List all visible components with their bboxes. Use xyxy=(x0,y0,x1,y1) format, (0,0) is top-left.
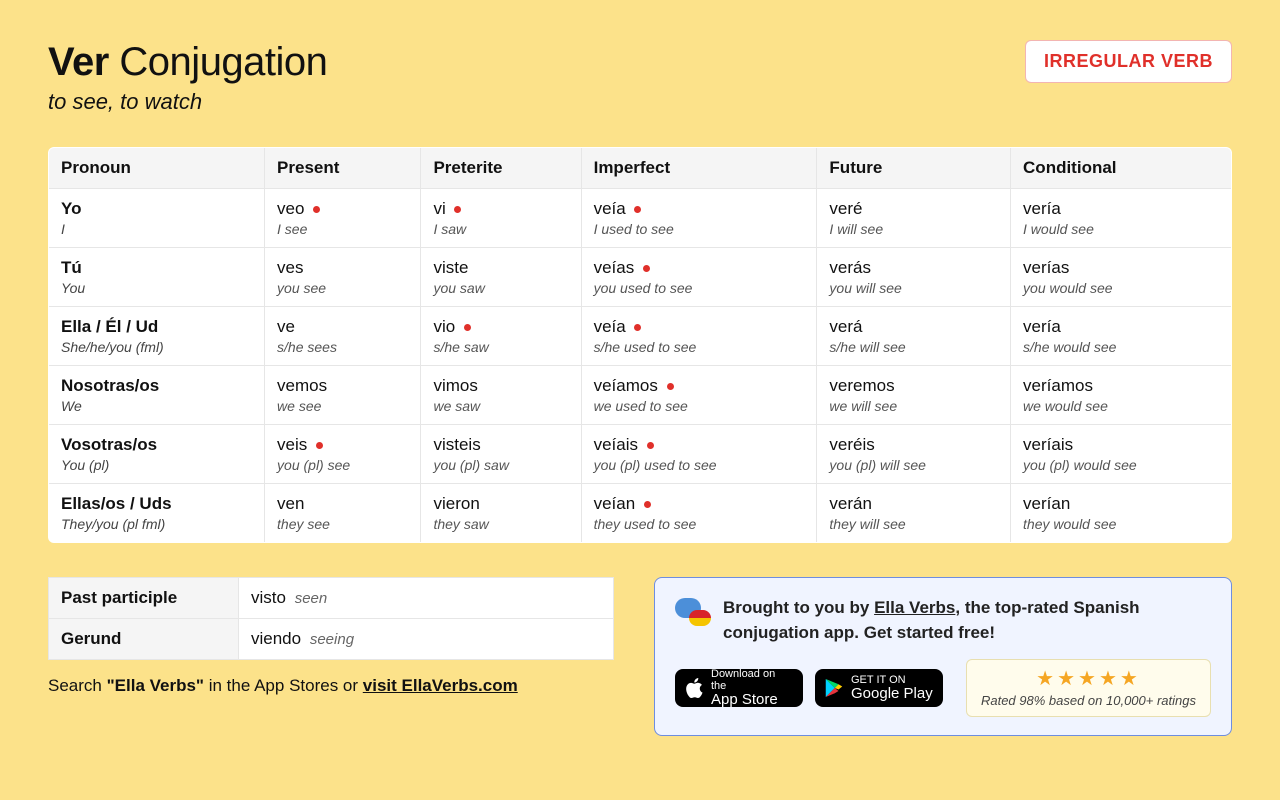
app-store-button[interactable]: Download on theApp Store xyxy=(675,669,803,707)
title-suffix: Conjugation xyxy=(119,40,327,84)
participle-row: Past participlevisto seen xyxy=(49,578,614,619)
form-cell: ves/he sees xyxy=(265,307,421,366)
column-header: Imperfect xyxy=(581,148,817,189)
form-cell: veía s/he used to see xyxy=(581,307,817,366)
column-header: Pronoun xyxy=(49,148,265,189)
table-row: TúYouvesyou seevisteyou sawveías you use… xyxy=(49,248,1232,307)
pronoun-cell: Nosotras/osWe xyxy=(49,366,265,425)
participle-table: Past participlevisto seenGerundviendo se… xyxy=(48,577,614,660)
irregular-dot-icon xyxy=(634,324,641,331)
column-header: Present xyxy=(265,148,421,189)
form-cell: veías you used to see xyxy=(581,248,817,307)
apple-icon xyxy=(685,677,703,699)
irregular-dot-icon xyxy=(313,206,320,213)
pronoun-cell: YoI xyxy=(49,189,265,248)
table-row: Nosotras/osWevemoswe seevimoswe sawveíam… xyxy=(49,366,1232,425)
participle-label: Gerund xyxy=(49,619,239,660)
promo-box: Brought to you by Ella Verbs, the top-ra… xyxy=(654,577,1232,736)
star-icons: ★★★★★ xyxy=(981,666,1196,691)
form-cell: veían they used to see xyxy=(581,484,817,543)
irregular-dot-icon xyxy=(454,206,461,213)
form-cell: venthey see xyxy=(265,484,421,543)
form-cell: visteisyou (pl) saw xyxy=(421,425,581,484)
form-cell: veríaisyou (pl) would see xyxy=(1011,425,1232,484)
ellaverbs-link[interactable]: visit EllaVerbs.com xyxy=(363,676,518,695)
google-play-icon xyxy=(825,678,843,698)
page-title: Ver Conjugation xyxy=(48,40,327,85)
column-header: Preterite xyxy=(421,148,581,189)
conjugation-table: PronounPresentPreteriteImperfectFutureCo… xyxy=(48,147,1232,543)
form-cell: veríamoswe would see xyxy=(1011,366,1232,425)
form-cell: vimoswe saw xyxy=(421,366,581,425)
form-cell: vi I saw xyxy=(421,189,581,248)
form-cell: veréisyou (pl) will see xyxy=(817,425,1011,484)
form-cell: veis you (pl) see xyxy=(265,425,421,484)
pronoun-cell: Ellas/os / UdsThey/you (pl fml) xyxy=(49,484,265,543)
table-row: Ellas/os / UdsThey/you (pl fml)venthey s… xyxy=(49,484,1232,543)
irregular-dot-icon xyxy=(643,265,650,272)
form-cell: vieronthey saw xyxy=(421,484,581,543)
promo-icon xyxy=(675,596,711,632)
form-cell: veo I see xyxy=(265,189,421,248)
irregular-dot-icon xyxy=(464,324,471,331)
form-cell: veremoswe will see xyxy=(817,366,1011,425)
form-cell: veríanthey would see xyxy=(1011,484,1232,543)
form-cell: veránthey will see xyxy=(817,484,1011,543)
form-cell: veía I used to see xyxy=(581,189,817,248)
participle-label: Past participle xyxy=(49,578,239,619)
form-cell: vio s/he saw xyxy=(421,307,581,366)
form-cell: veríasyou would see xyxy=(1011,248,1232,307)
search-line: Search "Ella Verbs" in the App Stores or… xyxy=(48,676,614,696)
rating-box: ★★★★★ Rated 98% based on 10,000+ ratings xyxy=(966,659,1211,717)
participle-value: viendo seeing xyxy=(239,619,614,660)
pronoun-cell: TúYou xyxy=(49,248,265,307)
form-cell: veríaI would see xyxy=(1011,189,1232,248)
irregular-dot-icon xyxy=(644,501,651,508)
table-row: Ella / Él / UdShe/he/you (fml)ves/he see… xyxy=(49,307,1232,366)
column-header: Future xyxy=(817,148,1011,189)
form-cell: veréI will see xyxy=(817,189,1011,248)
promo-link[interactable]: Ella Verbs xyxy=(874,598,955,617)
irregular-dot-icon xyxy=(634,206,641,213)
irregular-dot-icon xyxy=(316,442,323,449)
irregular-badge: IRREGULAR VERB xyxy=(1025,40,1232,83)
promo-text: Brought to you by Ella Verbs, the top-ra… xyxy=(723,596,1211,645)
rating-text: Rated 98% based on 10,000+ ratings xyxy=(981,693,1196,708)
form-cell: vemoswe see xyxy=(265,366,421,425)
form-cell: vesyou see xyxy=(265,248,421,307)
participle-row: Gerundviendo seeing xyxy=(49,619,614,660)
form-cell: verás/he will see xyxy=(817,307,1011,366)
participle-value: visto seen xyxy=(239,578,614,619)
form-cell: verásyou will see xyxy=(817,248,1011,307)
pronoun-cell: Vosotras/osYou (pl) xyxy=(49,425,265,484)
table-row: YoIveo I seevi I sawveía I used to seeve… xyxy=(49,189,1232,248)
form-cell: verías/he would see xyxy=(1011,307,1232,366)
verb-name: Ver xyxy=(48,40,109,84)
verb-meaning: to see, to watch xyxy=(48,89,327,115)
irregular-dot-icon xyxy=(667,383,674,390)
pronoun-cell: Ella / Él / UdShe/he/you (fml) xyxy=(49,307,265,366)
column-header: Conditional xyxy=(1011,148,1232,189)
table-row: Vosotras/osYou (pl)veis you (pl) seevist… xyxy=(49,425,1232,484)
google-play-button[interactable]: GET IT ONGoogle Play xyxy=(815,669,943,707)
form-cell: veíais you (pl) used to see xyxy=(581,425,817,484)
form-cell: visteyou saw xyxy=(421,248,581,307)
form-cell: veíamos we used to see xyxy=(581,366,817,425)
irregular-dot-icon xyxy=(647,442,654,449)
